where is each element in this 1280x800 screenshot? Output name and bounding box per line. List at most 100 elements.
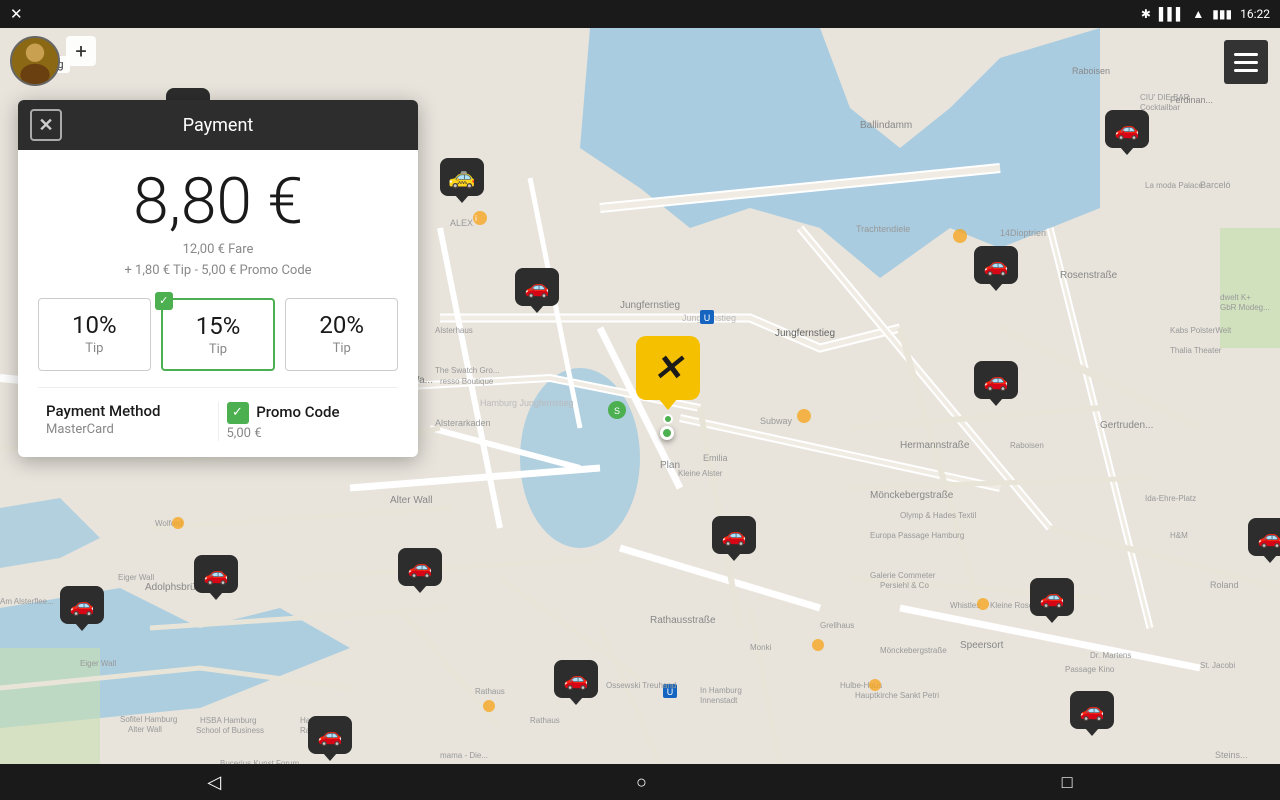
svg-text:Ida-Ehre-Platz: Ida-Ehre-Platz [1145,494,1196,503]
promo-checkmark: ✓ [227,402,249,424]
payment-method-section[interactable]: Payment Method MasterCard [38,402,218,441]
svg-text:Kabs PolsterWelt: Kabs PolsterWelt [1170,326,1232,335]
price-display: 8,80 € 12,00 € Fare + 1,80 € Tip - 5,00 … [38,170,398,282]
svg-text:Mönckebergstraße: Mönckebergstraße [880,646,947,655]
taxi-marker[interactable]: 🚗 [1030,578,1074,616]
payment-method-title: Payment Method [46,402,210,420]
bluetooth-icon: ✱ [1141,7,1151,21]
taxi-marker[interactable]: 🚗 [194,555,238,593]
svg-text:Rathausstraße: Rathausstraße [650,615,716,626]
svg-text:St. Jacobi: St. Jacobi [1200,661,1235,670]
home-button[interactable]: ○ [636,772,647,793]
svg-text:ALEX: ALEX [450,218,473,228]
svg-text:H&M: H&M [1170,531,1188,540]
wifi-icon: ▲ [1192,7,1204,21]
svg-text:Sofitel Hamburg: Sofitel Hamburg [120,715,177,724]
svg-text:School of Business: School of Business [196,726,264,735]
status-bar: ✕ ✱ ▌▌▌ ▲ ▮▮▮ 16:22 [0,0,1280,28]
svg-text:Trachtendiele: Trachtendiele [856,224,910,234]
fare-line2: + 1,80 € Tip - 5,00 € Promo Code [38,261,398,282]
taxi-marker[interactable]: 🚗 [1105,110,1149,148]
promo-code-label: Promo Code [256,403,339,421]
taxi-marker[interactable]: 🚗 [515,268,559,306]
fare-line1: 12,00 € Fare [38,240,398,261]
tip-20-pct: 20% [294,311,389,339]
svg-text:Alter Wall: Alter Wall [128,725,162,734]
menu-line [1234,69,1258,72]
taxi-marker[interactable]: 🚗 [398,548,442,586]
taxi-marker[interactable]: 🚗 [712,516,756,554]
back-button[interactable]: ◁ [207,772,221,793]
taxi-marker[interactable]: 🚗 [974,246,1018,284]
svg-text:Raboisen: Raboisen [1010,441,1044,450]
taxi-marker[interactable]: 🚗 [60,586,104,624]
menu-line [1234,53,1258,56]
hamburger-menu-button[interactable] [1224,40,1268,84]
clock: 16:22 [1240,7,1270,21]
recents-button[interactable]: □ [1062,772,1073,793]
signal-icon: ▌▌▌ [1159,7,1185,21]
svg-text:Rathaus: Rathaus [475,687,505,696]
svg-text:Alsterarkaden: Alsterarkaden [435,418,491,428]
tip-15-pct: 15% [171,312,266,340]
svg-text:Subway: Subway [760,416,793,426]
avatar[interactable] [10,36,60,86]
svg-text:Steins...: Steins... [1215,750,1248,760]
taxi-marker[interactable]: 🚗 [974,361,1018,399]
close-button[interactable]: ✕ [30,109,62,141]
tip-20-label: Tip [294,341,389,356]
svg-text:Hamburg Jungfernstieg: Hamburg Jungfernstieg [480,398,574,408]
svg-text:U: U [704,313,711,323]
taxi-marker[interactable]: 🚕 [440,158,484,196]
svg-text:La moda Palace: La moda Palace [1145,181,1203,190]
user-area: + [10,36,96,86]
svg-text:Eiger Wall: Eiger Wall [80,659,116,668]
tip-15-button[interactable]: ✓ 15% Tip [161,298,276,371]
svg-text:resso Boutique: resso Boutique [440,377,494,386]
battery-icon: ▮▮▮ [1212,7,1232,21]
tip-10-label: Tip [47,341,142,356]
svg-text:Alsterhaus: Alsterhaus [435,326,473,335]
svg-text:Europa Passage Hamburg: Europa Passage Hamburg [870,531,964,540]
panel-body: 8,80 € 12,00 € Fare + 1,80 € Tip - 5,00 … [18,150,418,457]
taxi-marker[interactable]: 🚗 [1248,518,1280,556]
panel-header: ✕ Payment [18,100,418,150]
payment-panel: ✕ Payment 8,80 € 12,00 € Fare + 1,80 € T… [18,100,418,457]
nav-bar: ◁ ○ □ [0,764,1280,800]
svg-text:Plan: Plan [660,460,680,471]
svg-text:dwelt K+: dwelt K+ [1220,293,1251,302]
promo-code-title: ✓ Promo Code [227,402,391,424]
svg-text:mama - Die...: mama - Die... [440,751,488,760]
main-price: 8,80 € [38,170,398,234]
svg-text:Ballindamm: Ballindamm [860,120,912,131]
svg-text:Gertruden...: Gertruden... [1100,420,1153,431]
svg-text:Barceló: Barceló [1200,180,1231,190]
add-stop-button[interactable]: + [66,36,96,66]
tip-10-pct: 10% [47,311,142,339]
svg-text:Innenstadt: Innenstadt [700,696,738,705]
svg-text:Ferdinan...: Ferdinan... [1170,95,1213,105]
promo-code-section[interactable]: ✓ Promo Code 5,00 € [218,402,399,441]
payment-row: Payment Method MasterCard ✓ Promo Code 5… [38,387,398,441]
svg-text:Grellhaus: Grellhaus [820,621,854,630]
svg-text:Thalia Theater: Thalia Theater [1170,346,1222,355]
svg-text:i: i [475,214,477,223]
svg-text:Rosenstraße: Rosenstraße [1060,270,1118,281]
svg-text:In Hamburg: In Hamburg [700,686,742,695]
taxi-marker[interactable]: 🚗 [1070,691,1114,729]
svg-text:HSBA Hamburg: HSBA Hamburg [200,716,256,725]
svg-text:Rathaus: Rathaus [530,716,560,725]
svg-text:Hermannstraße: Hermannstraße [900,440,970,451]
taxi-marker[interactable]: 🚗 [308,716,352,754]
svg-text:Alter Wall: Alter Wall [390,495,432,506]
tip-10-button[interactable]: 10% Tip [38,298,151,371]
svg-text:Roland: Roland [1210,580,1239,590]
tip-selected-checkmark: ✓ [155,292,173,310]
svg-text:Dr. Martens: Dr. Martens [1090,651,1131,660]
svg-text:Am Alsterflee...: Am Alsterflee... [0,597,54,606]
tip-20-button[interactable]: 20% Tip [285,298,398,371]
svg-text:Olymp & Hades Textil: Olymp & Hades Textil [900,511,977,520]
taxi-marker[interactable]: 🚗 [554,660,598,698]
payment-method-value: MasterCard [46,422,210,437]
tip-row: 10% Tip ✓ 15% Tip 20% Tip [38,298,398,371]
